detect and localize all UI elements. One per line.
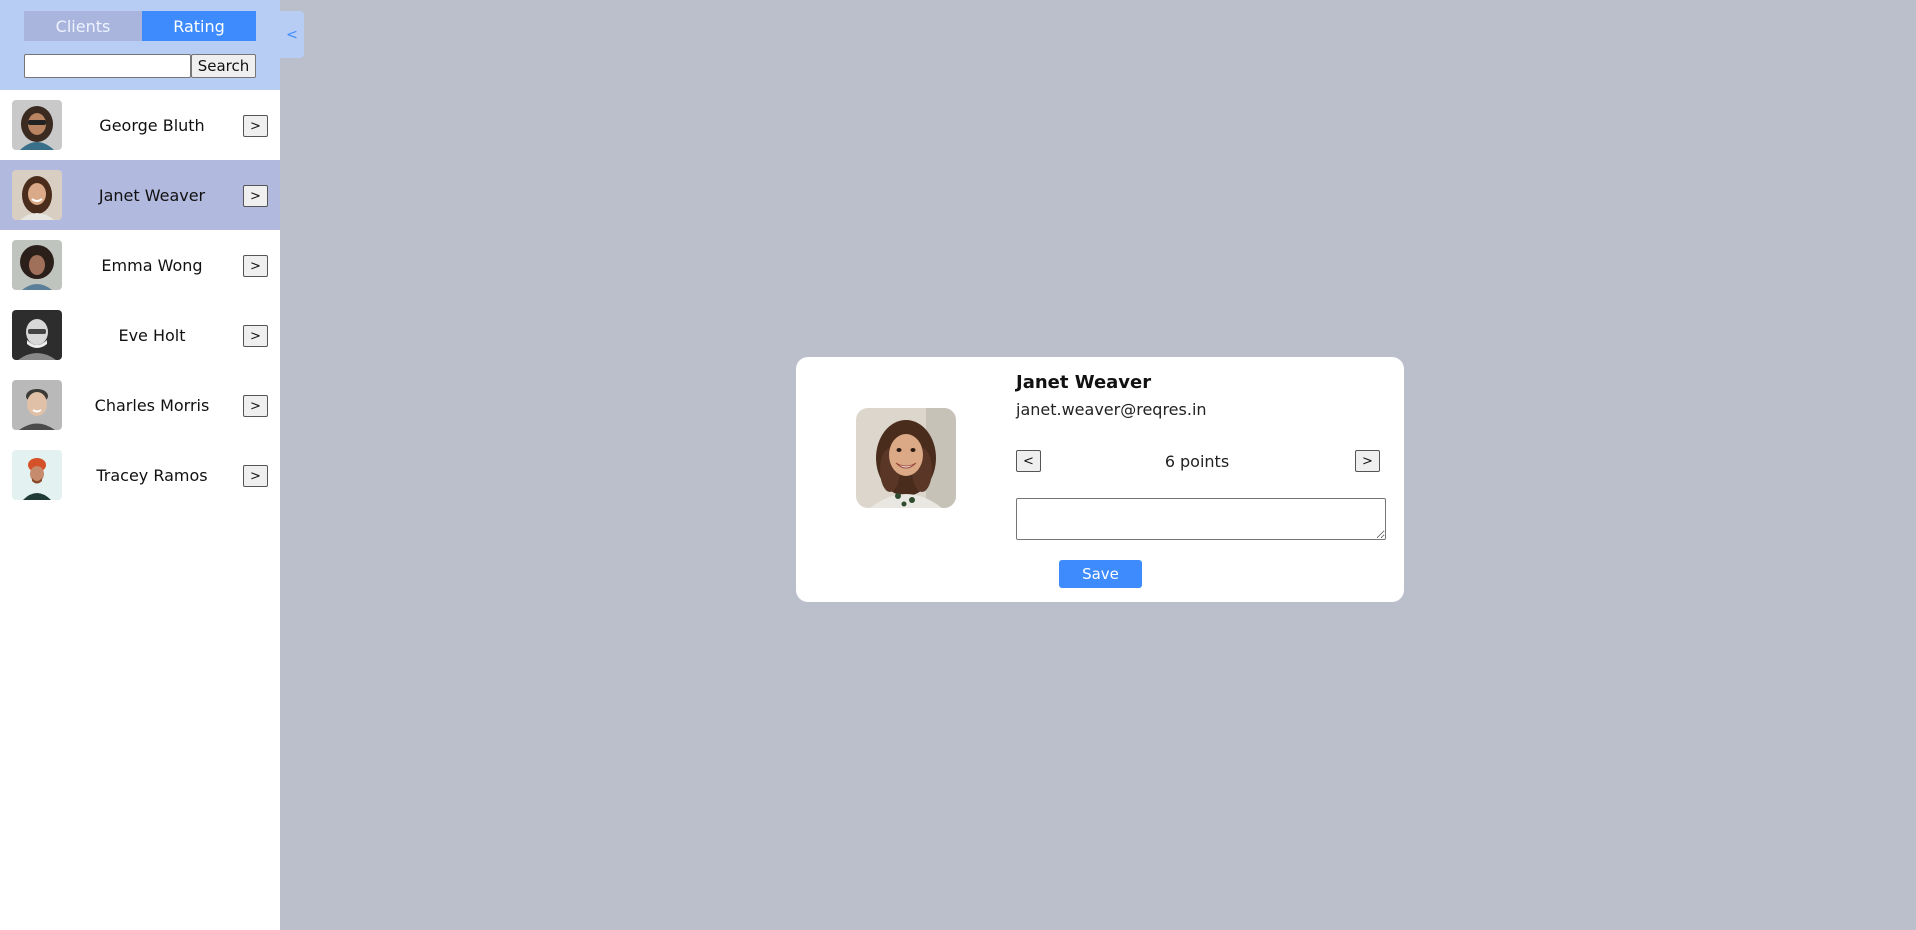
open-client-button[interactable]: > [243, 395, 268, 417]
avatar-photo-tracey [12, 450, 62, 500]
tab-rating[interactable]: Rating [142, 11, 256, 41]
points-value: 6 [1164, 451, 1176, 471]
points-unit: points [1180, 451, 1230, 471]
avatar [12, 310, 62, 360]
open-client-button[interactable]: > [243, 185, 268, 207]
open-client-button[interactable]: > [243, 115, 268, 137]
avatar [12, 240, 62, 290]
comment-textarea[interactable] [1016, 498, 1386, 540]
collapse-sidebar-button[interactable]: < [280, 11, 304, 58]
list-item[interactable]: Janet Weaver > [0, 160, 280, 230]
list-item[interactable]: Tracey Ramos > [0, 440, 280, 510]
client-name: Eve Holt [118, 325, 186, 345]
avatar-photo-emma [12, 240, 62, 290]
client-name: Emma Wong [101, 255, 203, 275]
avatar [12, 100, 62, 150]
search-input[interactable] [24, 54, 191, 78]
avatar-photo-eve [12, 310, 62, 360]
avatar [12, 380, 62, 430]
decrease-points-button[interactable]: < [1016, 450, 1041, 472]
avatar-photo-janet-large [856, 408, 956, 508]
save-button[interactable]: Save [1059, 560, 1142, 588]
rating-card: Janet Weaver janet.weaver@reqres.in < 6 … [796, 357, 1404, 602]
search-button[interactable]: Search [191, 54, 256, 78]
client-name: Charles Morris [94, 395, 210, 415]
open-client-button[interactable]: > [243, 465, 268, 487]
avatar-photo-george [12, 100, 62, 150]
list-item[interactable]: Charles Morris > [0, 370, 280, 440]
list-item[interactable]: George Bluth > [0, 90, 280, 160]
increase-points-button[interactable]: > [1355, 450, 1380, 472]
client-name: Janet Weaver [98, 185, 206, 205]
avatar [12, 450, 62, 500]
sidebar-header: Clients Rating Search [0, 0, 280, 90]
open-client-button[interactable]: > [243, 255, 268, 277]
client-detail-name: Janet Weaver [1016, 372, 1152, 393]
client-list: George Bluth > Janet Weaver > Emma Wong … [0, 90, 280, 510]
avatar-photo-charles [12, 380, 62, 430]
open-client-button[interactable]: > [243, 325, 268, 347]
points-display: 6 points [1096, 450, 1298, 472]
avatar-photo-janet [12, 170, 62, 220]
list-item[interactable]: Eve Holt > [0, 300, 280, 370]
client-name: George Bluth [99, 115, 205, 135]
avatar [12, 170, 62, 220]
client-name: Tracey Ramos [96, 465, 208, 485]
sidebar: Clients Rating Search George Bluth > Jan… [0, 0, 280, 930]
list-item[interactable]: Emma Wong > [0, 230, 280, 300]
client-detail-email: janet.weaver@reqres.in [1016, 400, 1207, 419]
avatar [856, 408, 956, 508]
tab-clients[interactable]: Clients [24, 11, 142, 41]
